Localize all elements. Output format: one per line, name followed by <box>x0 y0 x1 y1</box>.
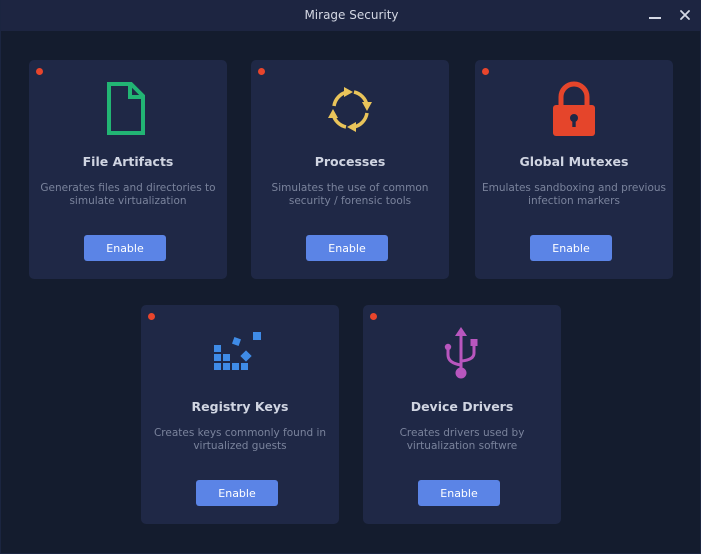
status-dot <box>36 68 43 75</box>
card-registry-keys: Registry Keys Creates keys commonly foun… <box>141 305 339 524</box>
card-description: Creates drivers used by virtualization s… <box>399 427 525 452</box>
card-title: Processes <box>314 154 386 169</box>
close-icon <box>680 10 690 20</box>
window-title: Mirage Security <box>304 8 399 22</box>
usb-icon <box>432 325 492 385</box>
card-description: Generates files and directories to simul… <box>40 182 216 207</box>
card-description: Simulates the use of common security / f… <box>271 182 429 207</box>
enable-global-mutexes-button[interactable]: Enable <box>530 235 612 261</box>
status-dot <box>370 313 377 320</box>
refresh-arrows-icon <box>320 80 380 140</box>
card-device-drivers: Device Drivers Creates drivers used by v… <box>363 305 561 524</box>
minimize-button[interactable] <box>644 4 666 26</box>
close-button[interactable] <box>674 4 696 26</box>
card-global-mutexes: Global Mutexes Emulates sandboxing and p… <box>475 60 673 279</box>
minimize-icon <box>649 17 661 19</box>
status-dot <box>148 313 155 320</box>
status-dot <box>258 68 265 75</box>
card-title: Global Mutexes <box>519 154 629 169</box>
status-dot <box>482 68 489 75</box>
card-processes: Processes Simulates the use of common se… <box>251 60 449 279</box>
enable-processes-button[interactable]: Enable <box>306 235 388 261</box>
card-title: Registry Keys <box>191 399 289 414</box>
card-description: Emulates sandboxing and previous infecti… <box>481 182 667 207</box>
file-icon <box>98 80 158 140</box>
card-description: Creates keys commonly found in virtualiz… <box>153 427 327 452</box>
enable-device-drivers-button[interactable]: Enable <box>418 480 500 506</box>
title-bar[interactable]: Mirage Security <box>1 0 701 31</box>
enable-file-artifacts-button[interactable]: Enable <box>84 235 166 261</box>
card-title: File Artifacts <box>82 154 174 169</box>
app-window: Mirage Security File Artifacts Generates… <box>0 0 701 554</box>
card-file-artifacts: File Artifacts Generates files and direc… <box>29 60 227 279</box>
registry-icon <box>210 325 270 385</box>
enable-registry-keys-button[interactable]: Enable <box>196 480 278 506</box>
lock-icon <box>544 80 604 140</box>
card-title: Device Drivers <box>410 399 514 414</box>
